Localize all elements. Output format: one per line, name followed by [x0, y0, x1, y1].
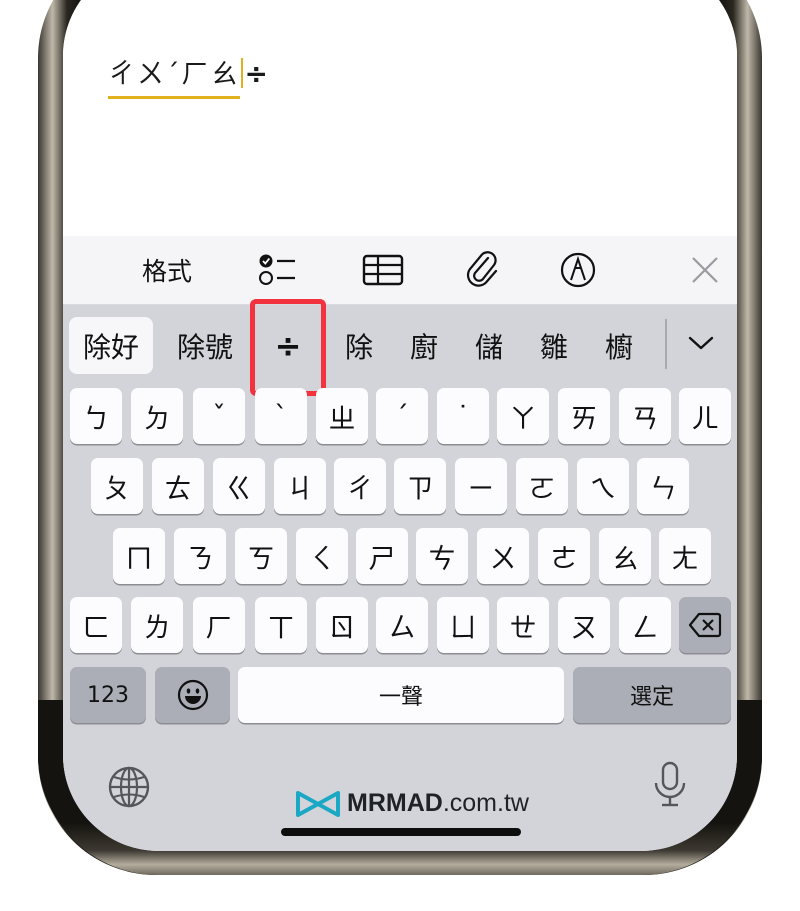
candidate-item[interactable]: 廚: [400, 317, 448, 374]
key[interactable]: ㄆ: [91, 458, 143, 514]
checklist-icon[interactable]: [253, 250, 303, 290]
key[interactable]: ㄦ: [679, 388, 731, 444]
composing-text: ㄔㄨˊㄏㄠ: [108, 52, 240, 99]
key[interactable]: ㄑ: [296, 528, 348, 584]
key[interactable]: ㄛ: [516, 458, 568, 514]
markup-pen-icon[interactable]: [558, 250, 598, 290]
key[interactable]: ㄐ: [274, 458, 326, 514]
notes-toolbar: 格式: [63, 236, 737, 305]
home-indicator[interactable]: [281, 828, 521, 836]
zhuyin-keyboard: 除好 除號 ÷ 除 廚 儲 雛 櫥 ㄅ ㄉ ˇ ˋ ㄓ ˊ ˙ ㄚ ㄞ ㄢ ㄦ …: [63, 299, 737, 851]
screen: ㄔㄨˊㄏㄠ ÷ 格式 除好 除號 ÷ 除 廚 儲 雛 櫥 ㄅ ㄉ ˇ ˋ ㄓ ˊ…: [63, 0, 737, 851]
key[interactable]: ˋ: [255, 388, 307, 444]
key[interactable]: ㄩ: [437, 597, 489, 653]
key[interactable]: ㄞ: [558, 388, 610, 444]
composing-input[interactable]: ㄔㄨˊㄏㄠ ÷: [108, 52, 270, 99]
key[interactable]: ㄝ: [497, 597, 549, 653]
key[interactable]: ˙: [437, 388, 489, 444]
text-cursor: [240, 58, 243, 88]
key[interactable]: ㄅ: [70, 388, 122, 444]
candidate-item[interactable]: 櫥: [595, 317, 643, 374]
candidate-bar: 除好 除號 ÷ 除 廚 儲 雛 櫥: [63, 299, 737, 396]
key[interactable]: ㄧ: [455, 458, 507, 514]
key[interactable]: ㄉ: [131, 388, 183, 444]
composing-symbol: ÷: [244, 57, 270, 90]
key[interactable]: ㄢ: [619, 388, 671, 444]
key[interactable]: ㄘ: [416, 528, 468, 584]
candidate-item[interactable]: 儲: [465, 317, 513, 374]
format-button[interactable]: 格式: [137, 250, 197, 290]
keyboard-bottom-area: MRMAD.com.tw: [63, 735, 737, 851]
key[interactable]: ㄣ: [637, 458, 689, 514]
key[interactable]: ㄙ: [376, 597, 428, 653]
backspace-icon[interactable]: [679, 597, 731, 653]
key[interactable]: ㄇ: [113, 528, 165, 584]
key[interactable]: ㄚ: [497, 388, 549, 444]
candidate-item[interactable]: 雛: [530, 317, 578, 374]
key[interactable]: ㄗ: [394, 458, 446, 514]
globe-icon[interactable]: [107, 765, 151, 813]
key[interactable]: ˊ: [376, 388, 428, 444]
key[interactable]: ㄍ: [213, 458, 265, 514]
key[interactable]: ㄕ: [356, 528, 408, 584]
candidate-divider: [665, 319, 667, 369]
key[interactable]: ㄠ: [599, 528, 651, 584]
key[interactable]: ㄒ: [255, 597, 307, 653]
candidate-item[interactable]: 除號: [165, 317, 245, 374]
numbers-key[interactable]: 123: [70, 667, 146, 723]
key[interactable]: ㄜ: [538, 528, 590, 584]
key[interactable]: ㄋ: [174, 528, 226, 584]
key[interactable]: ㄈ: [70, 597, 122, 653]
paperclip-icon[interactable]: [463, 250, 503, 290]
microphone-icon[interactable]: [653, 761, 687, 813]
watermark-text: MRMAD.com.tw: [347, 789, 529, 817]
key[interactable]: ㄖ: [316, 597, 368, 653]
key[interactable]: ˇ: [193, 388, 245, 444]
key[interactable]: ㄏ: [193, 597, 245, 653]
space-key[interactable]: 一聲: [238, 667, 564, 723]
close-icon[interactable]: [685, 250, 725, 290]
key[interactable]: ㄥ: [619, 597, 671, 653]
key[interactable]: ㄔ: [334, 458, 386, 514]
key[interactable]: ㄌ: [131, 597, 183, 653]
confirm-key[interactable]: 選定: [573, 667, 731, 723]
key[interactable]: ㄓ: [316, 388, 368, 444]
watermark-logo-icon: [296, 790, 340, 817]
emoji-icon[interactable]: [155, 667, 230, 723]
key[interactable]: ㄡ: [558, 597, 610, 653]
candidate-item[interactable]: 除: [335, 317, 383, 374]
candidate-item[interactable]: 除好: [69, 317, 153, 374]
table-icon[interactable]: [358, 250, 408, 290]
chevron-down-icon[interactable]: [677, 321, 725, 365]
watermark: MRMAD.com.tw: [295, 789, 529, 818]
key[interactable]: ㄤ: [659, 528, 711, 584]
key[interactable]: ㄎ: [235, 528, 287, 584]
note-editor[interactable]: [63, 0, 737, 236]
key[interactable]: ㄨ: [477, 528, 529, 584]
highlight-box: [250, 299, 326, 396]
key[interactable]: ㄊ: [152, 458, 204, 514]
key[interactable]: ㄟ: [577, 458, 629, 514]
